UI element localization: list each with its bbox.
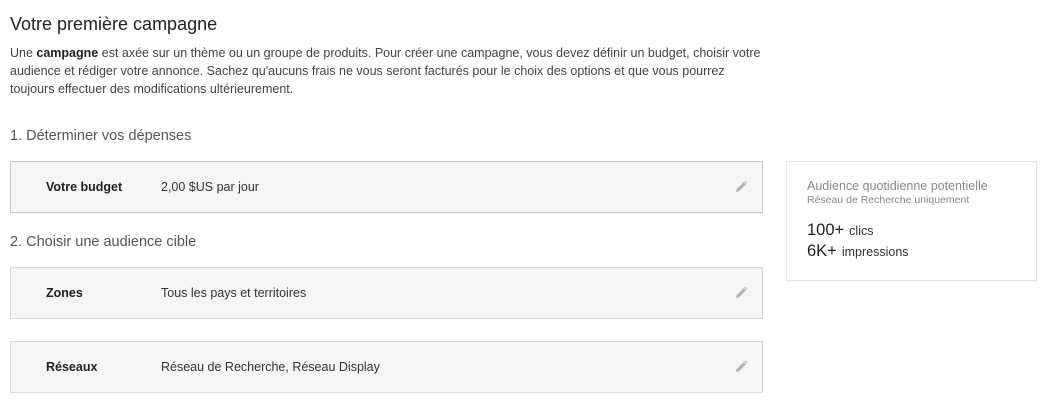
networks-label: Réseaux bbox=[46, 360, 98, 374]
clicks-metric: 100+ clics bbox=[807, 220, 873, 241]
impressions-value: 6K+ bbox=[807, 242, 837, 260]
intro-rest: est axée sur un thème ou un groupe de pr… bbox=[10, 46, 761, 96]
page-title: Votre première campagne bbox=[10, 14, 218, 34]
networks-card[interactable]: Réseaux Réseau de Recherche, Réseau Disp… bbox=[10, 341, 763, 393]
budget-value: 2,00 $US par jour bbox=[161, 180, 259, 194]
zones-label: Zones bbox=[46, 286, 83, 300]
impressions-unit: impressions bbox=[841, 245, 909, 259]
intro-text: Une campagne est axée sur un thème ou un… bbox=[10, 44, 770, 98]
audience-subtitle: Réseau de Recherche uniquement bbox=[807, 194, 970, 206]
networks-value: Réseau de Recherche, Réseau Display bbox=[161, 360, 380, 374]
section-heading-audience: 2. Choisir une audience cible bbox=[10, 234, 197, 250]
section-heading-spending: 1. Déterminer vos dépenses bbox=[10, 128, 192, 144]
budget-card[interactable]: Votre budget 2,00 $US par jour bbox=[10, 161, 763, 213]
impressions-metric: 6K+ impressions bbox=[807, 241, 909, 262]
zones-value: Tous les pays et territoires bbox=[161, 286, 307, 300]
budget-label: Votre budget bbox=[46, 180, 123, 194]
clicks-unit: clics bbox=[849, 224, 874, 238]
pencil-icon[interactable] bbox=[734, 286, 748, 300]
intro-bold-term: campagne bbox=[36, 46, 99, 60]
intro-prefix: Une bbox=[10, 46, 37, 60]
clicks-value: 100+ bbox=[807, 221, 845, 239]
audience-estimate-panel: Audience quotidienne potentielle Réseau … bbox=[786, 161, 1037, 281]
zones-card[interactable]: Zones Tous les pays et territoires bbox=[10, 267, 763, 319]
pencil-icon[interactable] bbox=[734, 360, 748, 374]
audience-title: Audience quotidienne potentielle bbox=[807, 179, 988, 193]
pencil-icon[interactable] bbox=[734, 180, 748, 194]
